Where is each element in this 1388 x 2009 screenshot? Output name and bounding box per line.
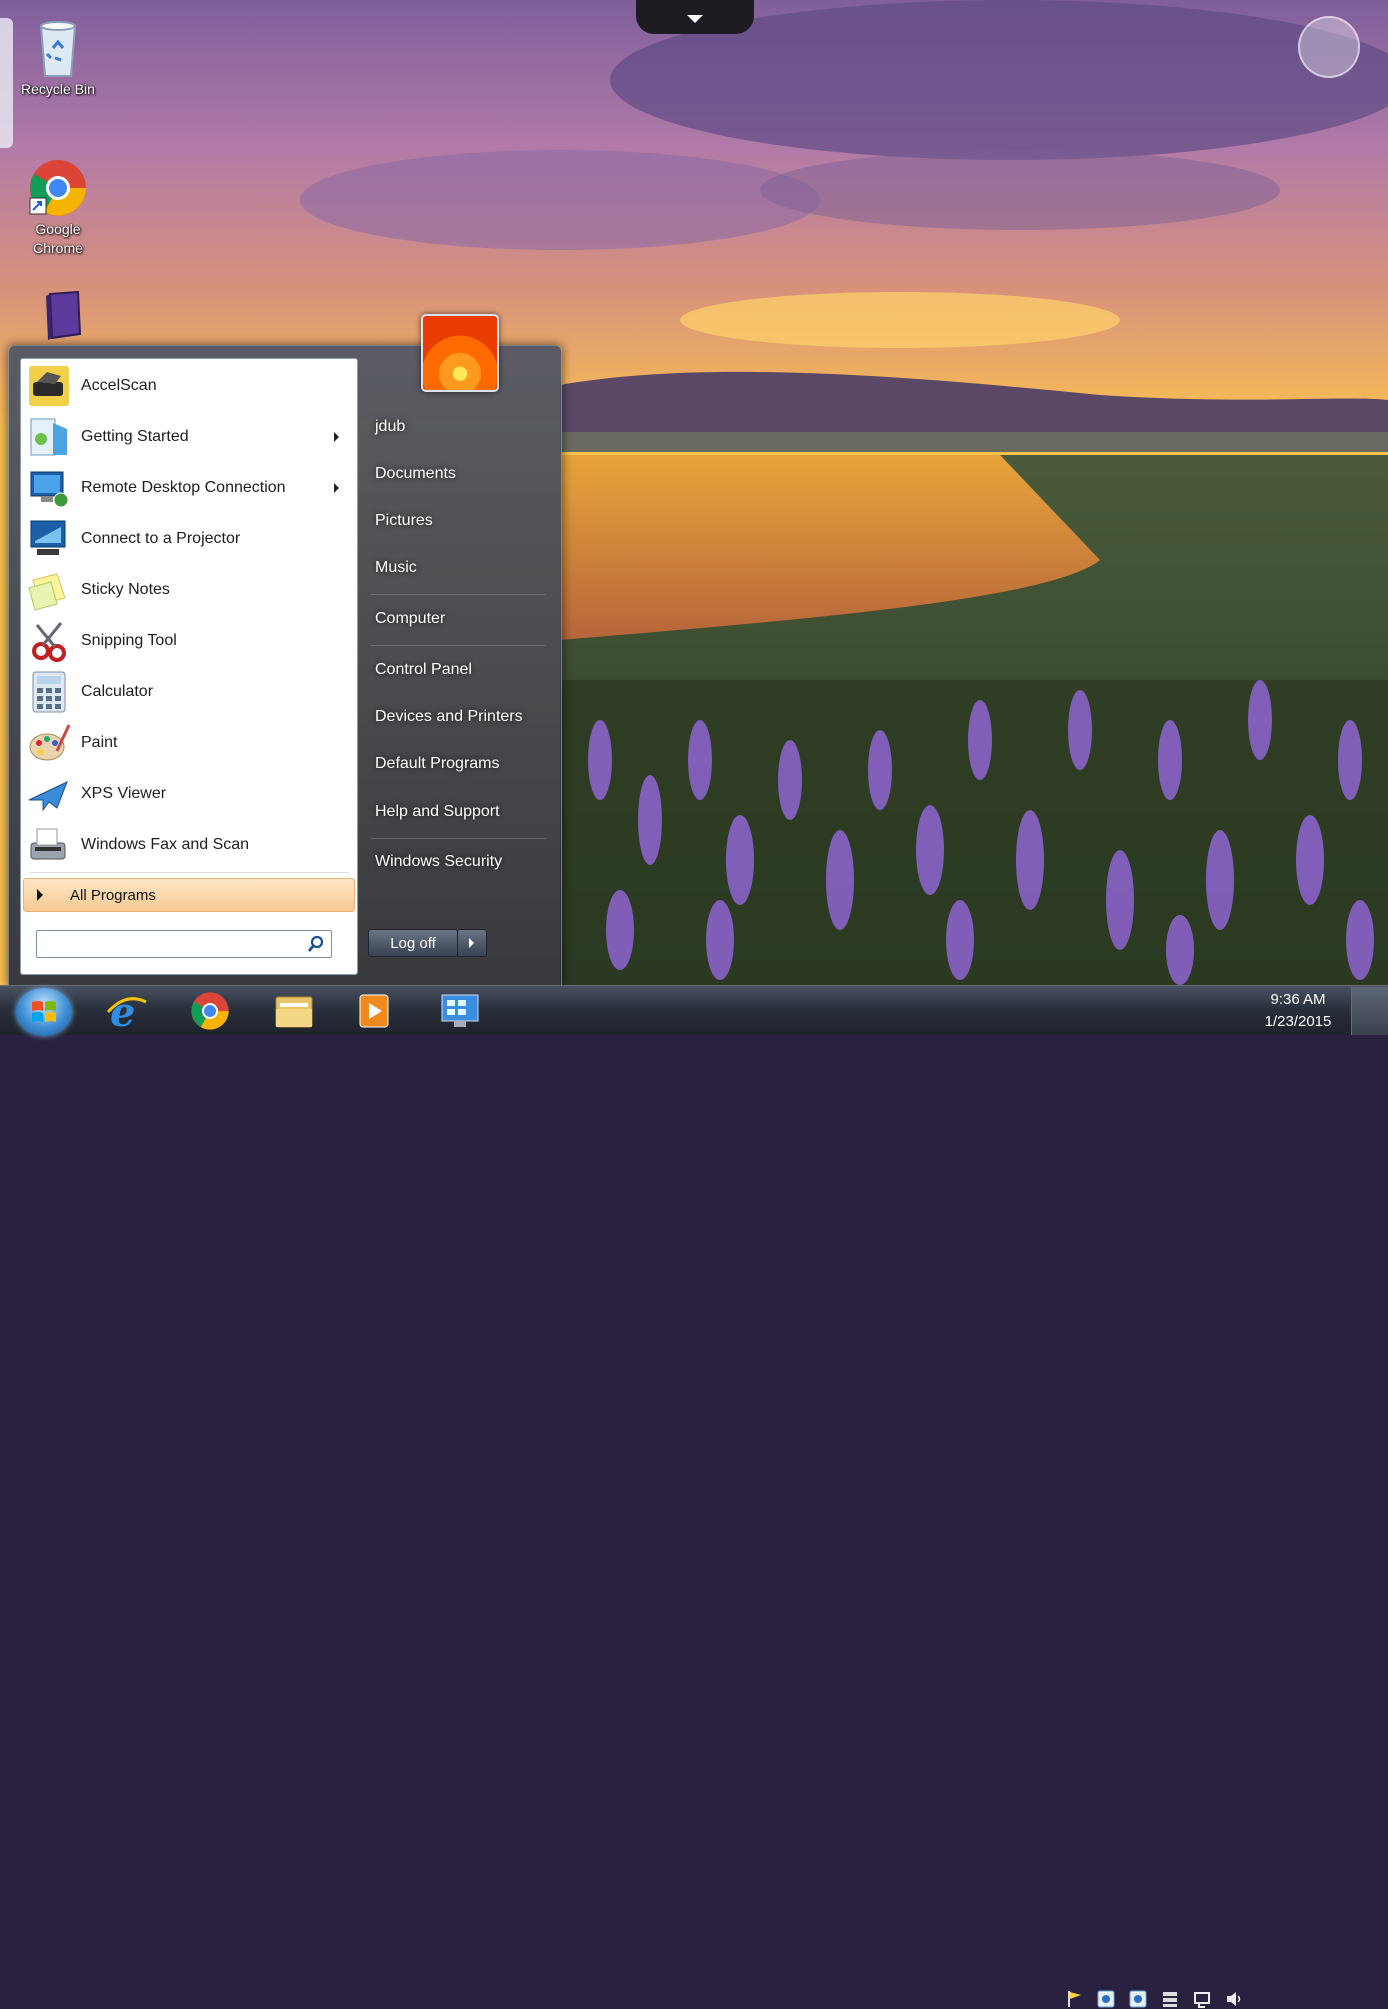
chevron-down-icon xyxy=(687,15,703,23)
media-player-icon xyxy=(359,994,389,1028)
program-getting-started[interactable]: Getting Started xyxy=(25,413,353,461)
programs-pane: AccelScan Getting Started Remote Desktop… xyxy=(20,358,358,975)
taskbar-remote-desktop[interactable] xyxy=(432,989,488,1033)
help-support-link[interactable]: Help and Support xyxy=(366,792,546,832)
remote-desktop-icon xyxy=(441,994,479,1027)
program-accelscan[interactable]: AccelScan xyxy=(25,362,353,410)
program-label: Snipping Tool xyxy=(81,632,177,649)
taskbar-media-player[interactable] xyxy=(346,989,402,1033)
start-menu: AccelScan Getting Started Remote Desktop… xyxy=(8,314,562,987)
program-sticky-notes[interactable]: Sticky Notes xyxy=(25,566,353,614)
taskbar-chrome[interactable] xyxy=(182,989,238,1033)
program-connect-projector[interactable]: Connect to a Projector xyxy=(25,515,353,563)
google-chrome-shortcut[interactable]: Google Chrome xyxy=(13,158,103,258)
recycle-bin-label: Recycle Bin xyxy=(21,81,95,97)
sticky-notes-icon xyxy=(28,573,66,611)
top-dropdown-handle[interactable] xyxy=(636,0,754,34)
speaker-icon[interactable] xyxy=(1224,1989,1244,2009)
network-icon[interactable] xyxy=(1096,1989,1116,2009)
system-clock[interactable]: 9:36 AM 1/23/2015 xyxy=(1258,989,1338,1033)
divider xyxy=(29,872,349,873)
taskbar-internet-explorer[interactable]: e xyxy=(98,989,154,1033)
chrome-icon xyxy=(29,160,86,216)
taskbar: e xyxy=(0,985,1388,2008)
program-remote-desktop[interactable]: Remote Desktop Connection xyxy=(25,464,353,512)
program-fax-scan[interactable]: Windows Fax and Scan xyxy=(25,821,353,869)
search-icon[interactable] xyxy=(307,935,325,953)
program-label: Remote Desktop Connection xyxy=(81,479,286,496)
calculator-icon xyxy=(32,671,66,713)
program-label: Connect to a Projector xyxy=(81,530,241,547)
divider xyxy=(371,594,546,595)
default-programs-link[interactable]: Default Programs xyxy=(366,744,546,784)
windows-security-link[interactable]: Windows Security xyxy=(366,842,546,882)
fax-icon xyxy=(30,828,66,860)
program-label: Calculator xyxy=(81,683,154,700)
taskbar-file-explorer[interactable] xyxy=(266,989,322,1033)
pictures-link[interactable]: Pictures xyxy=(366,501,546,541)
program-label: XPS Viewer xyxy=(81,785,167,802)
windows-logo-icon xyxy=(32,1001,56,1022)
scanner-icon xyxy=(29,366,69,406)
all-programs-label: All Programs xyxy=(70,886,156,904)
program-label: Sticky Notes xyxy=(81,581,170,598)
divider xyxy=(371,645,546,646)
submenu-arrow-icon[interactable] xyxy=(334,483,339,493)
user-avatar[interactable] xyxy=(421,314,499,392)
paint-palette-icon xyxy=(29,724,71,761)
submenu-arrow-icon[interactable] xyxy=(334,432,339,442)
user-folder-link[interactable]: jdub xyxy=(366,407,546,447)
start-search-input[interactable] xyxy=(36,930,332,958)
chevron-right-icon xyxy=(37,889,43,901)
documents-link[interactable]: Documents xyxy=(366,454,546,494)
notification-icon[interactable] xyxy=(1192,1989,1212,2009)
book-shortcut[interactable] xyxy=(13,290,103,348)
program-snipping-tool[interactable]: Snipping Tool xyxy=(25,617,353,665)
chrome-icon xyxy=(191,992,229,1030)
all-programs-button[interactable]: All Programs xyxy=(23,878,355,912)
program-label: Getting Started xyxy=(81,428,189,445)
server-icon[interactable] xyxy=(1160,1989,1180,2009)
start-button[interactable] xyxy=(16,988,72,1036)
scissors-icon xyxy=(32,622,66,662)
svg-text:e: e xyxy=(110,990,135,1032)
getting-started-icon xyxy=(30,418,67,456)
program-label: Paint xyxy=(81,734,118,751)
program-calculator[interactable]: Calculator xyxy=(25,668,353,716)
remote-desktop-icon xyxy=(30,471,69,508)
network-icon[interactable] xyxy=(1128,1989,1148,2009)
shutdown-options-button[interactable] xyxy=(457,929,487,957)
computer-link[interactable]: Computer xyxy=(366,599,546,639)
file-explorer-icon xyxy=(275,996,313,1028)
recycle-bin-shortcut[interactable]: Recycle Bin xyxy=(13,18,103,99)
control-panel-link[interactable]: Control Panel xyxy=(366,650,546,690)
program-paint[interactable]: Paint xyxy=(25,719,353,767)
music-link[interactable]: Music xyxy=(366,548,546,588)
xps-viewer-icon xyxy=(28,781,68,812)
projector-icon xyxy=(30,520,66,555)
program-label: Windows Fax and Scan xyxy=(81,836,250,853)
google-chrome-label: Google Chrome xyxy=(33,221,83,256)
log-off-button[interactable]: Log off xyxy=(368,929,458,957)
recycle-bin-icon xyxy=(39,21,77,77)
program-label: AccelScan xyxy=(81,377,157,394)
internet-explorer-icon: e xyxy=(106,990,147,1032)
clock-date: 1/23/2015 xyxy=(1264,1013,1332,1030)
clock-time: 9:36 AM xyxy=(1270,991,1326,1008)
flag-icon[interactable] xyxy=(1065,1989,1085,2009)
program-xps-viewer[interactable]: XPS Viewer xyxy=(25,770,353,818)
corner-overlay-button[interactable] xyxy=(1298,16,1360,78)
desktop-side-handle[interactable] xyxy=(0,18,13,148)
book-icon xyxy=(46,290,82,340)
divider xyxy=(371,838,546,839)
devices-printers-link[interactable]: Devices and Printers xyxy=(366,697,546,737)
show-desktop-button[interactable] xyxy=(1351,987,1388,1035)
